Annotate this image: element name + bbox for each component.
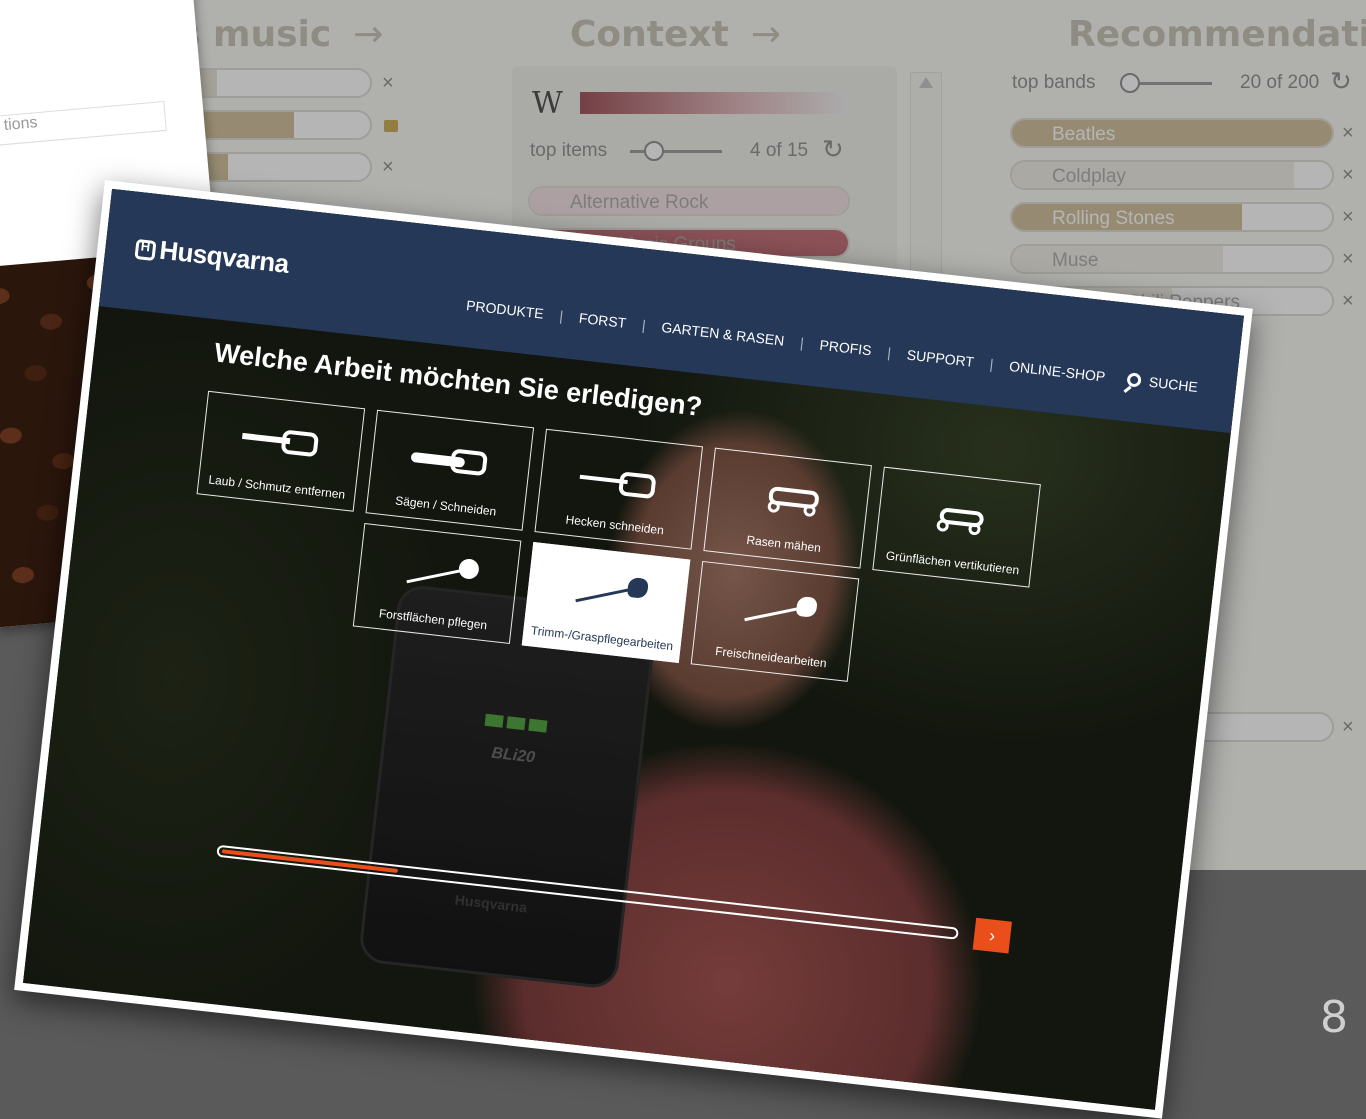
next-button[interactable]: › bbox=[972, 917, 1012, 954]
tab-label: tions bbox=[3, 114, 39, 134]
leaf-blower-icon bbox=[240, 419, 323, 462]
context-header: Context → bbox=[570, 14, 782, 55]
lock-icon[interactable] bbox=[384, 120, 398, 132]
remove-icon[interactable]: × bbox=[1342, 290, 1354, 313]
remove-icon[interactable]: × bbox=[1342, 206, 1354, 229]
context-item[interactable]: Alternative Rock bbox=[528, 186, 850, 216]
items-count: 4 of 15 bbox=[750, 140, 809, 161]
bands-count: 20 of 200 bbox=[1240, 72, 1320, 93]
grass-trimmer-icon bbox=[566, 570, 649, 613]
tile-hecken[interactable]: Hecken schneiden bbox=[534, 428, 704, 550]
music-header: 's music → bbox=[168, 14, 384, 55]
band-item[interactable]: Coldplay bbox=[1010, 160, 1334, 190]
remove-icon[interactable]: × bbox=[1342, 248, 1354, 271]
context-strength-bar bbox=[580, 92, 848, 114]
nav-support[interactable]: SUPPORT bbox=[906, 347, 975, 370]
remove-icon[interactable]: × bbox=[1342, 122, 1354, 145]
chainsaw-icon bbox=[409, 438, 492, 481]
bands-slider-knob[interactable] bbox=[1120, 73, 1140, 93]
search-icon bbox=[1126, 372, 1142, 388]
slide-number: 8 bbox=[1320, 992, 1348, 1043]
clearing-saw-icon bbox=[397, 551, 480, 594]
nav-online-shop[interactable]: ONLINE-SHOP bbox=[1008, 358, 1106, 385]
tile-freischneiden[interactable]: Freischneidearbeiten bbox=[690, 560, 860, 682]
hedge-trimmer-icon bbox=[578, 457, 661, 500]
wikipedia-icon: W bbox=[532, 86, 563, 121]
brushcutter-icon bbox=[735, 589, 818, 632]
refresh-icon[interactable]: ↻ bbox=[822, 134, 844, 165]
tile-forstflaechen[interactable]: Forstflächen pflegen bbox=[352, 523, 522, 645]
band-item[interactable]: Rolling Stones bbox=[1010, 202, 1334, 232]
band-item[interactable]: Beatles bbox=[1010, 118, 1334, 148]
nav-profis[interactable]: PROFIS bbox=[819, 337, 873, 359]
items-label: top items bbox=[530, 140, 608, 161]
remove-icon[interactable]: × bbox=[382, 72, 394, 95]
nav-garten-rasen[interactable]: GARTEN & RASEN bbox=[661, 319, 785, 349]
husqvarna-page: BLi20 Husqvarna Husqvarna PRODUKTE| FORS… bbox=[22, 188, 1244, 1110]
tile-vertikutieren[interactable]: Grünflächen vertikutieren bbox=[872, 466, 1041, 588]
husqvarna-crown-icon bbox=[134, 238, 157, 261]
remove-icon[interactable]: × bbox=[1342, 716, 1354, 739]
nav-forst[interactable]: FORST bbox=[578, 310, 627, 331]
remove-icon[interactable]: × bbox=[1342, 164, 1354, 187]
husqvarna-logo[interactable]: Husqvarna bbox=[134, 232, 290, 280]
refresh-icon[interactable]: ↻ bbox=[1330, 66, 1352, 97]
search-button[interactable]: SUCHE bbox=[1126, 371, 1199, 395]
lawn-mower-icon bbox=[747, 476, 830, 519]
recommendations-header: Recommendation bbox=[1068, 14, 1366, 55]
nav-produkte[interactable]: PRODUKTE bbox=[465, 297, 544, 322]
tile-trimm-graspflege[interactable]: Trimm-/Graspflegearbeiten bbox=[521, 542, 691, 663]
bands-label: top bands bbox=[1012, 72, 1096, 93]
husqvarna-screenshot-card: BLi20 Husqvarna Husqvarna PRODUKTE| FORS… bbox=[14, 180, 1253, 1119]
tile-laub-entfernen[interactable]: Laub / Schmutz entfernen bbox=[196, 390, 366, 512]
scarifier-icon bbox=[916, 495, 999, 538]
tile-saegen[interactable]: Sägen / Schneiden bbox=[365, 409, 535, 531]
remove-icon[interactable]: × bbox=[382, 156, 394, 179]
items-slider-knob[interactable] bbox=[644, 141, 664, 161]
tile-rasen-maehen[interactable]: Rasen mähen bbox=[703, 447, 872, 569]
band-item[interactable]: Muse bbox=[1010, 244, 1334, 274]
